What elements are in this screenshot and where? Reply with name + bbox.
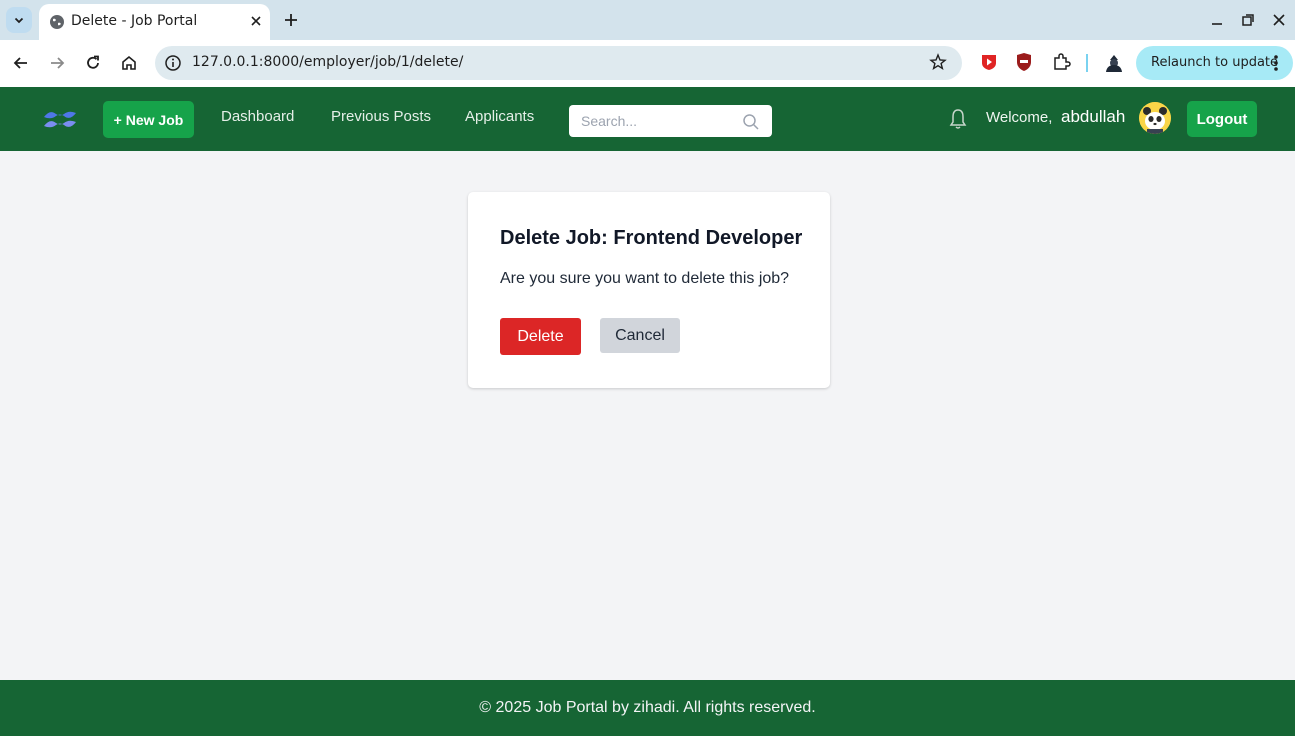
tab-search-button[interactable] xyxy=(6,7,32,33)
globe-icon xyxy=(50,15,64,29)
avatar[interactable] xyxy=(1139,102,1171,134)
cancel-button[interactable]: Cancel xyxy=(600,318,680,353)
bookmark-star-icon[interactable] xyxy=(929,53,947,71)
site-info-icon[interactable] xyxy=(164,54,182,72)
delete-confirmation-card: Delete Job: Frontend Developer Are you s… xyxy=(468,192,830,388)
puzzle-extension-icon[interactable] xyxy=(1051,52,1071,72)
card-title: Delete Job: Frontend Developer xyxy=(500,227,803,249)
confirmation-message: Are you sure you want to delete this job… xyxy=(500,270,790,287)
browser-tab-strip: Delete - Job Portal xyxy=(0,0,1295,40)
search-input[interactable] xyxy=(569,105,739,137)
username: abdullah xyxy=(1061,107,1126,126)
search-box xyxy=(569,105,772,137)
restore-icon[interactable] xyxy=(1240,12,1256,28)
window-close-icon[interactable] xyxy=(1271,12,1287,28)
site-navbar: + New Job Dashboard Previous Posts Appli… xyxy=(0,87,1295,151)
shield-extension-icon[interactable] xyxy=(1015,52,1033,72)
search-icon[interactable] xyxy=(742,113,760,131)
chevron-down-icon xyxy=(14,17,24,24)
site-footer: © 2025 Job Portal by zihadi. All rights … xyxy=(0,680,1295,736)
bell-icon[interactable] xyxy=(948,108,968,130)
nav-link-applicants[interactable]: Applicants xyxy=(465,108,534,125)
home-icon[interactable] xyxy=(120,54,138,72)
logout-button[interactable]: Logout xyxy=(1187,101,1257,137)
delete-button[interactable]: Delete xyxy=(500,318,581,355)
forward-arrow-icon[interactable] xyxy=(48,54,66,72)
footer-copyright: © 2025 Job Portal by zihadi. All rights … xyxy=(479,699,816,716)
tab-title: Delete - Job Portal xyxy=(71,13,198,29)
panda-avatar-icon xyxy=(1139,102,1171,134)
new-tab-icon[interactable] xyxy=(280,9,302,31)
brand-logo-icon[interactable] xyxy=(42,108,78,130)
url-text: 127.0.0.1:8000/employer/job/1/delete/ xyxy=(192,54,464,70)
relaunch-label: Relaunch to update xyxy=(1151,55,1279,70)
browser-toolbar: 127.0.0.1:8000/employer/job/1/delete/ Re… xyxy=(0,40,1295,87)
relaunch-button[interactable]: Relaunch to update xyxy=(1136,46,1293,80)
new-job-button[interactable]: + New Job xyxy=(103,101,194,138)
address-bar[interactable]: 127.0.0.1:8000/employer/job/1/delete/ xyxy=(155,46,962,80)
more-vert-icon[interactable] xyxy=(1270,54,1282,72)
back-arrow-icon[interactable] xyxy=(12,54,30,72)
minimize-icon[interactable] xyxy=(1209,12,1225,28)
profile-extension-icon[interactable] xyxy=(1103,52,1125,74)
toolbar-divider xyxy=(1086,54,1088,72)
nav-link-dashboard[interactable]: Dashboard xyxy=(221,108,294,125)
video-extension-icon[interactable] xyxy=(979,52,999,72)
close-icon[interactable] xyxy=(249,14,263,28)
nav-link-previous-posts[interactable]: Previous Posts xyxy=(331,108,431,125)
welcome-label: Welcome, xyxy=(986,109,1053,126)
browser-tab[interactable]: Delete - Job Portal xyxy=(39,4,270,40)
reload-icon[interactable] xyxy=(84,54,102,72)
